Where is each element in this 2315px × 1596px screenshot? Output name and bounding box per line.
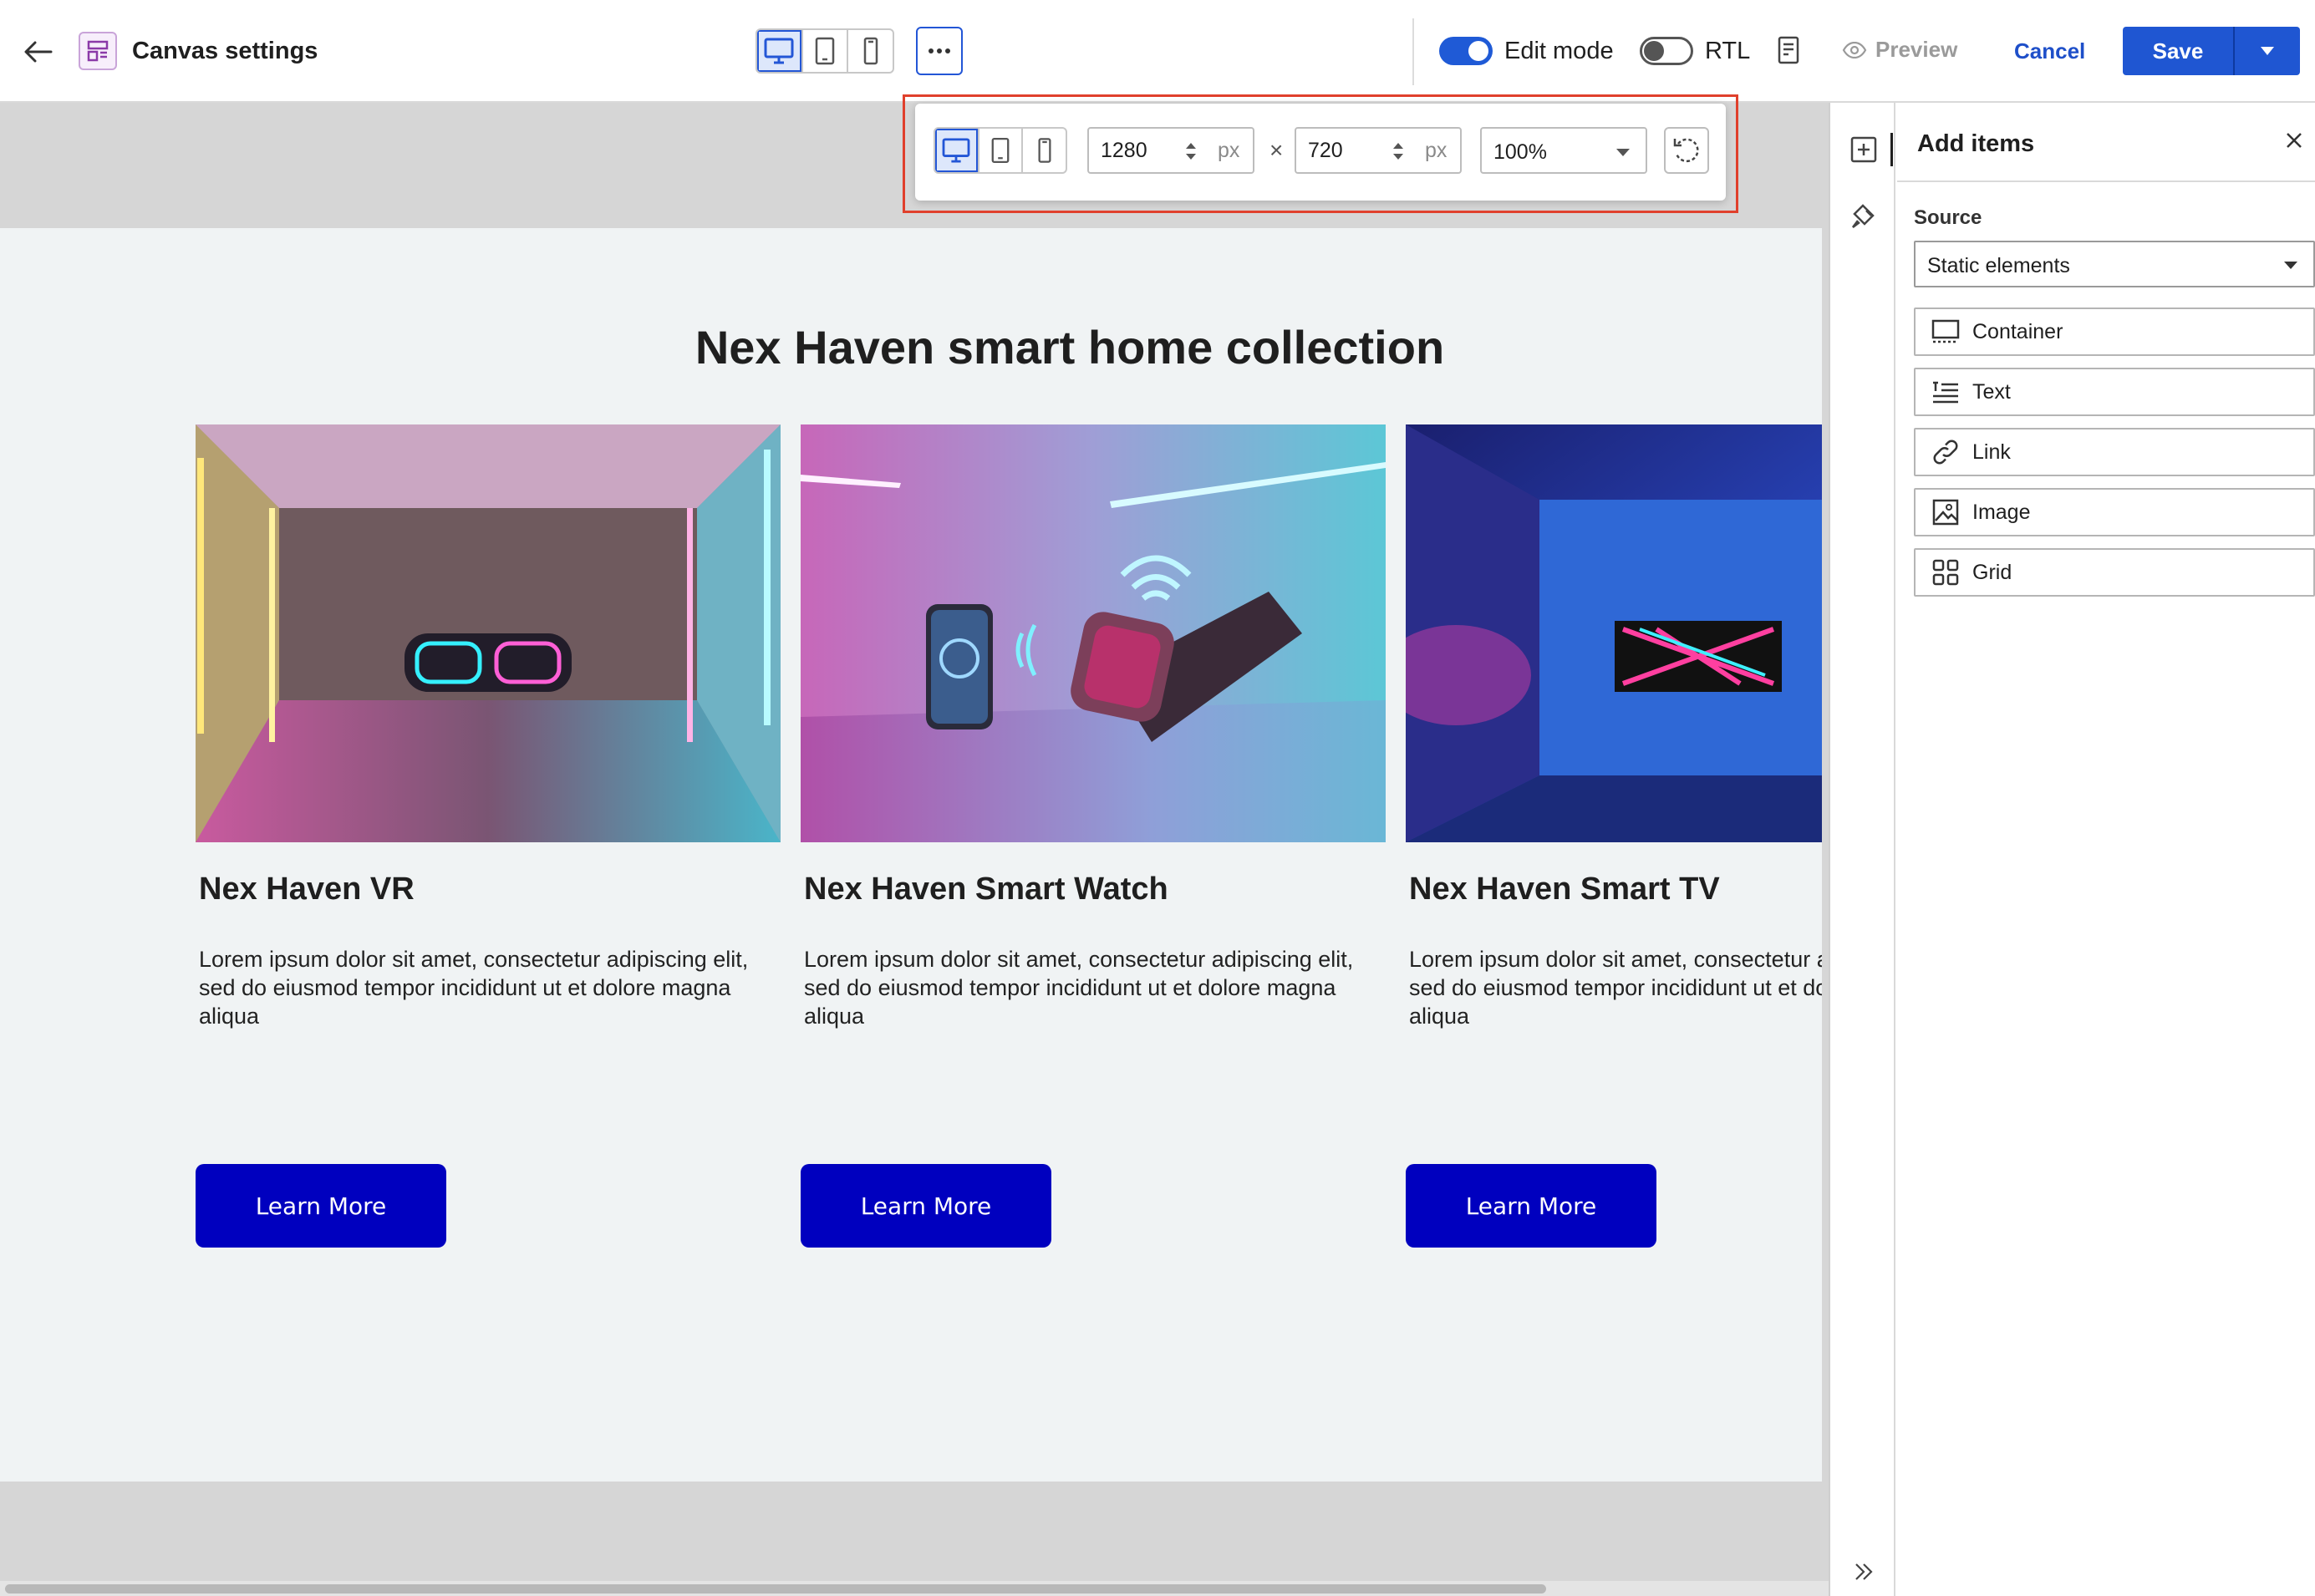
page-preview: Nex Haven smart home collection Nex Have…	[0, 228, 1822, 1482]
document-icon[interactable]	[1772, 33, 1805, 67]
text-icon	[1931, 377, 1961, 407]
image-icon	[1931, 497, 1961, 527]
close-icon[interactable]	[2282, 128, 2307, 157]
panel-header: Add items	[1897, 103, 2315, 182]
canvas-height-field[interactable]: px	[1295, 127, 1462, 174]
preview-label: Preview	[1875, 37, 1958, 62]
source-value: Static elements	[1927, 254, 2070, 277]
save-button[interactable]: Save	[2123, 27, 2235, 75]
source-select[interactable]: Static elements	[1914, 241, 2315, 287]
desktop-icon	[764, 38, 794, 64]
device-switcher	[756, 28, 894, 74]
item-grid[interactable]: Grid	[1914, 548, 2315, 597]
spinner-icon	[1186, 143, 1196, 160]
ellipsis-icon	[929, 48, 950, 53]
rtl-label: RTL	[1705, 38, 1751, 64]
paint-brush-icon[interactable]	[1847, 200, 1880, 233]
expand-panel-icon[interactable]	[1847, 1555, 1880, 1588]
learn-more-button[interactable]: Learn More	[196, 1164, 446, 1248]
chevron-down-icon	[2284, 262, 2297, 269]
header-divider	[1412, 18, 1414, 85]
rtl-toggle[interactable]	[1640, 37, 1693, 65]
card-image-tv[interactable]	[1406, 424, 1822, 842]
eye-icon	[1842, 41, 1867, 58]
canvas-width-field[interactable]: px	[1087, 127, 1254, 174]
zoom-select[interactable]: 100%	[1480, 127, 1647, 174]
page-title: Canvas settings	[132, 38, 318, 64]
item-label: Text	[1972, 379, 2011, 404]
canvas-height-input[interactable]	[1308, 138, 1392, 163]
canvas-mobile-button[interactable]	[1023, 129, 1066, 172]
canvas-size-toolbar: px × px 100%	[915, 104, 1726, 201]
save-options-button[interactable]	[2235, 27, 2300, 75]
edit-mode-label: Edit mode	[1504, 38, 1614, 64]
cancel-button[interactable]: Cancel	[2014, 38, 2085, 64]
tablet-icon	[815, 37, 835, 65]
mobile-view-button[interactable]	[848, 30, 893, 72]
item-text[interactable]: Text	[1914, 368, 2315, 416]
card-title: Nex Haven VR	[199, 872, 415, 907]
layout-icon	[79, 32, 117, 70]
back-arrow-icon[interactable]	[22, 35, 55, 69]
card-description: Lorem ipsum dolor sit amet, consectetur …	[1409, 947, 1822, 1029]
canvas-tablet-button[interactable]	[979, 129, 1024, 172]
times-sign: ×	[1269, 137, 1284, 163]
learn-more-button[interactable]: Learn More	[1406, 1164, 1656, 1248]
canvas-desktop-button[interactable]	[935, 129, 979, 172]
item-image[interactable]: Image	[1914, 488, 2315, 536]
height-unit: px	[1425, 139, 1448, 162]
mobile-icon	[863, 37, 878, 65]
width-unit: px	[1218, 139, 1240, 162]
zoom-value: 100%	[1493, 140, 1547, 164]
tablet-view-button[interactable]	[803, 30, 849, 72]
save-button-group: Save	[2123, 27, 2300, 75]
card-image-watch[interactable]	[801, 424, 1386, 842]
item-link[interactable]: Link	[1914, 428, 2315, 476]
rotate-reset-icon	[1673, 138, 1699, 163]
card-title: Nex Haven Smart TV	[1409, 872, 1720, 907]
chevron-down-icon	[1616, 149, 1630, 156]
item-label: Link	[1972, 440, 2011, 464]
panel-title: Add items	[1917, 130, 2035, 157]
link-icon	[1931, 437, 1961, 467]
desktop-view-button[interactable]	[757, 30, 803, 72]
source-label: Source	[1914, 206, 1982, 229]
container-icon	[1931, 317, 1961, 347]
tablet-icon	[991, 138, 1010, 163]
collection-heading: Nex Haven smart home collection	[694, 321, 1445, 374]
item-label: Container	[1972, 319, 2063, 343]
item-container[interactable]: Container	[1914, 308, 2315, 356]
canvas-width-input[interactable]	[1101, 138, 1184, 163]
side-rail	[1830, 103, 1895, 1596]
desktop-icon	[942, 138, 970, 163]
item-label: Image	[1972, 500, 2031, 524]
mobile-icon	[1038, 138, 1051, 163]
canvas-device-switcher	[934, 127, 1067, 174]
spinner-icon	[1393, 143, 1403, 160]
preview-button[interactable]: Preview	[1842, 37, 1957, 63]
reset-canvas-button[interactable]	[1664, 127, 1709, 174]
rail-active-indicator	[1890, 133, 1893, 166]
more-options-button[interactable]	[916, 27, 963, 75]
horizontal-scroll-thumb[interactable]	[5, 1584, 1546, 1593]
card-image-vr[interactable]	[196, 424, 781, 842]
card-description: Lorem ipsum dolor sit amet, consectetur …	[199, 947, 749, 1029]
top-bar: Canvas settings Edit mode RTL Preview Ca…	[0, 0, 2315, 103]
card-title: Nex Haven Smart Watch	[804, 872, 1168, 907]
grid-icon	[1931, 557, 1961, 587]
card-description: Lorem ipsum dolor sit amet, consectetur …	[804, 947, 1354, 1029]
edit-mode-toggle[interactable]	[1439, 37, 1493, 65]
item-label: Grid	[1972, 560, 2012, 584]
add-items-panel: Add items Source Static elements Contain…	[1897, 103, 2315, 1596]
chevron-down-icon	[2261, 47, 2274, 55]
add-items-icon[interactable]	[1847, 133, 1880, 166]
learn-more-button[interactable]: Learn More	[801, 1164, 1051, 1248]
